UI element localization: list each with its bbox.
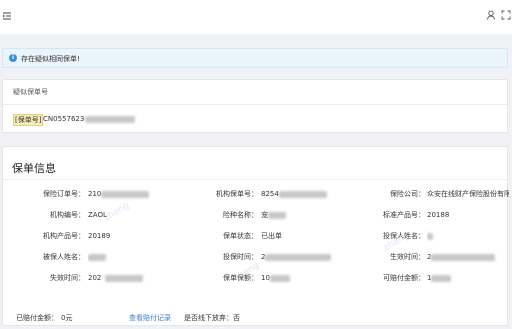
field-value: 否 [233,314,240,322]
redacted-blur [85,115,136,123]
field-value: 2 [261,247,339,268]
field-label: 保险公司： [390,190,425,198]
policy-tag: [保单号] [13,114,44,126]
similar-policy-card: 疑似保单号 [保单号] CN0557623 [2,79,508,133]
field-label: 保单状态： [223,232,258,240]
alert-text: 存在疑似相同保单! [21,55,80,63]
field-value: 2 [427,247,509,268]
field-value: 202 [88,268,176,289]
field-label: 险种名称： [223,211,258,219]
field-value: 210 [88,184,176,205]
info-row: 失效时间： 202 保单保额： 10 可赔付金额： 1 [3,268,507,289]
info-row: 已赔付金额： 0元 查看赔付记录 是否线下放弃： 否 [3,308,507,329]
insurer-name: 众安在线财产保险股份有限公司 [427,190,509,198]
policy-info-card: 保单信息 保险订单号： 210 机构保单号： 8254 保险公司： 众安在线财产… [2,146,509,329]
field-label: 保险订单号： [43,190,85,198]
field-label: 已赔付金额： [16,314,58,322]
field-label: 机构保单号： [216,190,258,198]
field-label: 是否线下放弃： [184,314,233,322]
field-label: 可赔付金额： [383,274,425,282]
divider [3,104,507,105]
field-value: 1 [427,268,509,289]
field-label: 生效时间： [390,253,425,261]
field-value [427,226,509,247]
field-label: 失效时间： [50,274,85,282]
field-label: 被保人姓名： [43,253,85,261]
info-row: 保险订单号： 210 机构保单号： 8254 保险公司： 众安在线财产保险股份有… [3,184,509,205]
field-label: 机构产品号： [43,232,85,240]
divider [3,179,507,180]
fullscreen-icon[interactable] [501,10,511,20]
field-value: 8254 [261,184,339,205]
field-label: 保单保额： [223,274,258,282]
similar-policy-title: 疑似保单号 [13,88,48,96]
similar-policy-number: CN0557623 [43,115,136,123]
info-row: 机构编号： ZAOL 险种名称： 宠 标准产品号： 20188 [3,205,507,226]
field-label: 机构编号： [50,211,85,219]
info-row: 被保人姓名： 投保时间： 2 生效时间： 2 [3,247,507,268]
field-label: 标准产品号： [383,211,425,219]
status-value: 已出单 [261,232,282,240]
top-bar [0,0,512,34]
user-icon[interactable] [486,10,496,20]
policy-info-title: 保单信息 [12,162,56,175]
field-value: 20189 [88,232,111,240]
field-value [88,247,176,268]
menu-fold-icon[interactable] [2,11,12,21]
field-value: 宠 [261,205,339,226]
info-circle-icon: i [9,54,17,62]
field-label: 投保时间： [223,253,258,261]
field-value: 0元 [61,314,73,322]
field-label: 投保人姓名： [383,232,425,240]
info-row: 机构产品号： 20189 保单状态： 已出单 投保人姓名： [3,226,507,247]
field-value: ZAOL [88,211,107,219]
field-value: 20188 [427,211,450,219]
field-value: 10 [261,268,339,289]
duplicate-policy-alert: i 存在疑似相同保单! [2,48,508,68]
